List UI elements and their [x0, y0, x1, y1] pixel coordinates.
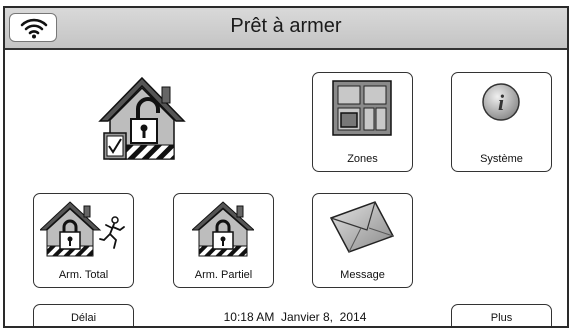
- arm-partiel-button[interactable]: Arm. Partiel: [173, 193, 274, 288]
- zones-label: Zones: [347, 153, 378, 165]
- zones-grid-icon: [332, 80, 392, 136]
- message-button[interactable]: Message: [312, 193, 413, 288]
- house-unlocked-ready-icon: [98, 76, 186, 160]
- header-bar: Prêt à armer: [5, 8, 567, 50]
- plus-button[interactable]: Plus: [451, 304, 552, 326]
- zones-button[interactable]: Zones: [312, 72, 413, 172]
- plus-label: Plus: [490, 312, 513, 324]
- arm-total-button[interactable]: Arm. Total: [33, 193, 134, 288]
- house-lock-stay-icon: [192, 201, 254, 257]
- svg-text:i: i: [498, 90, 505, 115]
- delai-button[interactable]: Délai: [33, 304, 134, 326]
- datetime-display: 10:18 AM Janvier 8, 2014: [223, 310, 367, 324]
- arm-partiel-label: Arm. Partiel: [194, 269, 253, 281]
- systeme-label: Système: [480, 153, 523, 165]
- arm-total-label: Arm. Total: [58, 269, 109, 281]
- info-icon: i: [482, 83, 520, 121]
- house-lock-away-icon: [40, 201, 125, 257]
- message-label: Message: [340, 269, 385, 281]
- systeme-button[interactable]: i Système: [451, 72, 552, 172]
- page-title: Prêt à armer: [230, 15, 342, 37]
- envelope-icon: [329, 201, 395, 253]
- delai-label: Délai: [70, 312, 97, 324]
- panel-screen: Prêt à armer Zones i Système Arm. Total …: [3, 6, 569, 328]
